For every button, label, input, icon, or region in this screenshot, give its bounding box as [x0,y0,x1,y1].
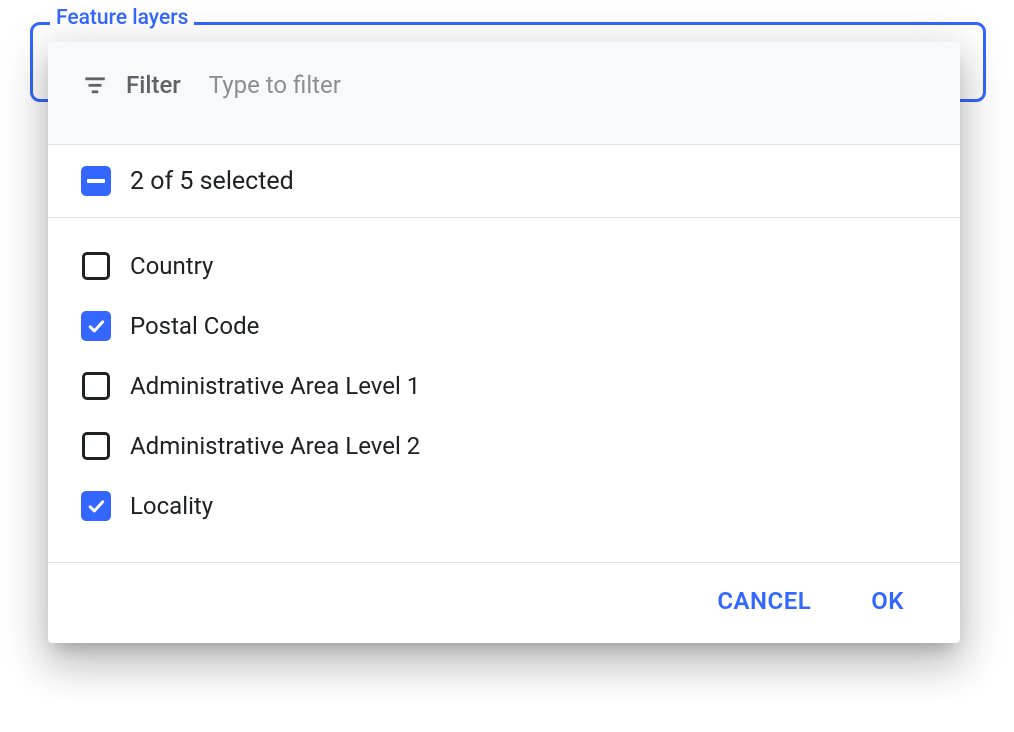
option-label: Postal Code [130,313,259,339]
option-postal-code[interactable]: Postal Code [48,296,960,356]
select-all-row[interactable]: 2 of 5 selected [48,145,960,218]
option-admin-area-1[interactable]: Administrative Area Level 1 [48,356,960,416]
checkbox-admin-area-2[interactable] [80,430,112,462]
filter-label: Filter [126,71,181,99]
ok-button[interactable]: OK [865,583,910,619]
checkbox-postal-code[interactable] [80,310,112,342]
option-admin-area-2[interactable]: Administrative Area Level 2 [48,416,960,476]
option-country[interactable]: Country [48,236,960,296]
multiselect-menu: Filter 2 of 5 selected Country [48,42,960,643]
cancel-button[interactable]: CANCEL [711,583,817,619]
canvas: Feature layers Filter 2 of 5 selected [0,0,1014,732]
dialog-actions: CANCEL OK [48,563,960,643]
option-label: Administrative Area Level 1 [130,373,420,399]
option-label: Administrative Area Level 2 [130,433,420,459]
filter-list-icon [82,72,108,98]
checkbox-admin-area-1[interactable] [80,370,112,402]
option-list: Country Postal Code Administrative Area … [48,218,960,563]
feature-layers-legend: Feature layers [50,7,194,29]
option-locality[interactable]: Locality [48,476,960,536]
option-label: Country [130,253,213,279]
filter-bar: Filter [48,42,960,145]
checkbox-locality[interactable] [80,490,112,522]
select-all-checkbox[interactable] [80,165,112,197]
select-all-label: 2 of 5 selected [130,167,294,196]
option-label: Locality [130,493,213,519]
filter-input[interactable] [207,70,926,100]
checkbox-country[interactable] [80,250,112,282]
